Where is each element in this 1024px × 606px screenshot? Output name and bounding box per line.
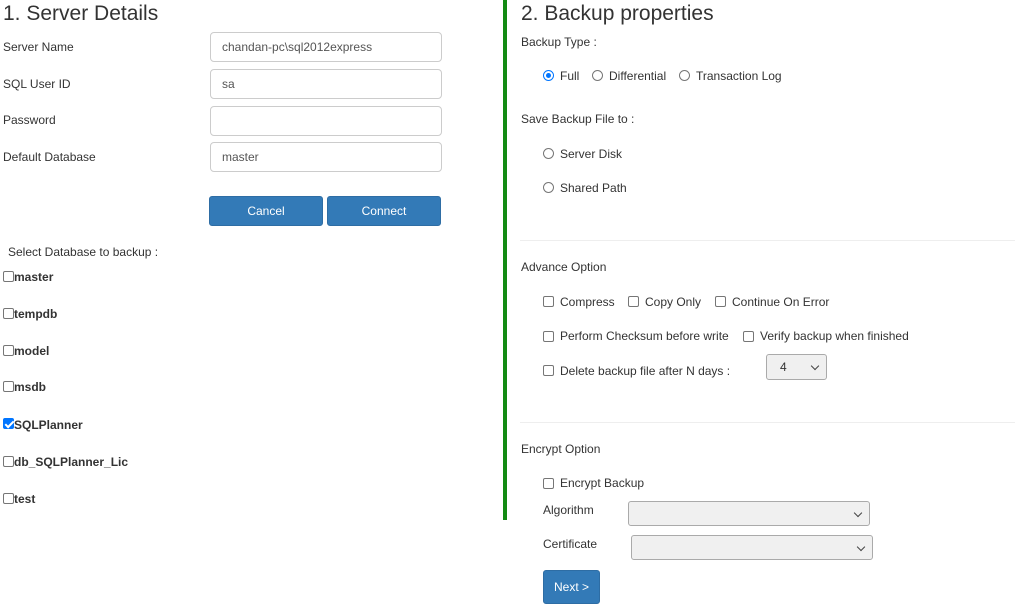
encrypt-option-label: Encrypt Option	[521, 442, 601, 456]
default-database-input[interactable]: master	[210, 142, 442, 172]
backup-type-full-label: Full	[560, 69, 580, 83]
perform-checksum-label: Perform Checksum before write	[560, 329, 729, 343]
connect-button[interactable]: Connect	[327, 196, 441, 226]
sql-user-id-label: SQL User ID	[3, 77, 71, 91]
algorithm-label: Algorithm	[543, 503, 594, 517]
backup-properties-heading: 2. Backup properties	[521, 2, 714, 25]
save-backup-file-label: Save Backup File to :	[521, 112, 635, 126]
continue-on-error-label: Continue On Error	[732, 295, 830, 309]
server-details-heading: 1. Server Details	[3, 2, 159, 25]
encrypt-backup-label: Encrypt Backup	[560, 476, 645, 490]
database-checkbox-sqlplanner[interactable]	[3, 418, 14, 429]
default-database-label: Default Database	[3, 150, 96, 164]
database-name: test	[14, 492, 36, 506]
cancel-button[interactable]: Cancel	[209, 196, 323, 226]
advance-option-label: Advance Option	[521, 260, 607, 274]
days-select-value: 4	[780, 360, 787, 374]
database-checkbox-model[interactable]	[3, 345, 14, 356]
compress-label: Compress	[560, 295, 615, 309]
shared-path-label: Shared Path	[560, 181, 627, 195]
days-select[interactable]: 4	[766, 354, 827, 380]
algorithm-select[interactable]	[628, 501, 870, 526]
password-input[interactable]	[210, 106, 442, 136]
database-checkbox-msdb[interactable]	[3, 381, 14, 392]
backup-type-transaction-log-radio[interactable]	[679, 70, 690, 81]
database-name: model	[14, 344, 50, 358]
certificate-select[interactable]	[631, 535, 873, 560]
backup-type-full-radio[interactable]	[543, 70, 554, 81]
backup-type-transaction-log-label: Transaction Log	[696, 69, 782, 83]
perform-checksum-checkbox[interactable]	[543, 331, 554, 342]
server-disk-label: Server Disk	[560, 147, 623, 161]
database-name: master	[14, 270, 54, 284]
database-checkbox-test[interactable]	[3, 493, 14, 504]
backup-type-differential-radio[interactable]	[592, 70, 603, 81]
next-button[interactable]: Next >	[543, 570, 600, 604]
database-checkbox-db-sqlplanner-lic[interactable]	[3, 456, 14, 467]
server-name-label: Server Name	[3, 40, 74, 54]
compress-checkbox[interactable]	[543, 296, 554, 307]
database-name: tempdb	[14, 307, 58, 321]
server-name-input[interactable]: chandan-pc\sql2012express	[210, 32, 442, 62]
password-label: Password	[3, 113, 56, 127]
continue-on-error-checkbox[interactable]	[715, 296, 726, 307]
backup-type-differential-label: Differential	[609, 69, 667, 83]
verify-backup-checkbox[interactable]	[743, 331, 754, 342]
copy-only-checkbox[interactable]	[628, 296, 639, 307]
database-name: db_SQLPlanner_Lic	[14, 455, 129, 469]
copy-only-label: Copy Only	[645, 295, 702, 309]
database-checkbox-tempdb[interactable]	[3, 308, 14, 319]
delete-after-days-label: Delete backup file after N days :	[560, 364, 731, 378]
database-checkbox-master[interactable]	[3, 271, 14, 282]
certificate-label: Certificate	[543, 537, 598, 551]
section-separator	[520, 422, 1015, 423]
chevron-down-icon	[853, 508, 863, 518]
shared-path-radio[interactable]	[543, 182, 554, 193]
section-divider	[503, 0, 507, 520]
delete-after-days-checkbox[interactable]	[543, 365, 554, 376]
select-database-label: Select Database to backup :	[8, 245, 159, 259]
verify-backup-label: Verify backup when finished	[760, 329, 909, 343]
sql-user-id-input[interactable]: sa	[210, 69, 442, 99]
chevron-down-icon	[810, 361, 820, 371]
section-separator	[520, 240, 1015, 241]
database-name: msdb	[14, 380, 47, 394]
server-disk-radio[interactable]	[543, 148, 554, 159]
chevron-down-icon	[856, 542, 866, 552]
backup-type-label: Backup Type :	[521, 35, 597, 49]
encrypt-backup-checkbox[interactable]	[543, 478, 554, 489]
database-name: SQLPlanner	[14, 418, 83, 432]
